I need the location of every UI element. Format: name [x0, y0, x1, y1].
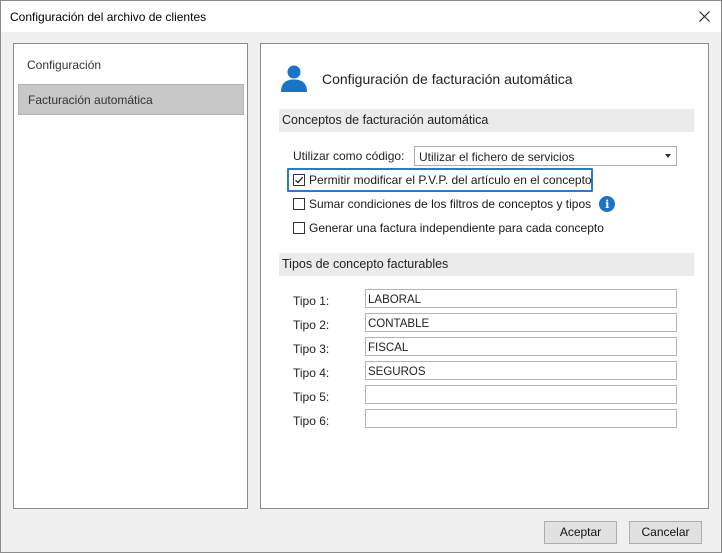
checkbox-box[interactable] [293, 198, 305, 210]
checkbox-box[interactable] [293, 222, 305, 234]
section-header-tipos: Tipos de concepto facturables [279, 253, 694, 276]
section-title: Tipos de concepto facturables [282, 257, 449, 271]
sidebar-item-label: Configuración [27, 58, 102, 72]
cancel-button[interactable]: Cancelar [629, 521, 702, 544]
tipo-1-input[interactable] [365, 289, 677, 308]
code-select-value: Utilizar el fichero de servicios [419, 150, 575, 164]
checkmark-icon [295, 176, 304, 184]
checkbox-sumar-condiciones[interactable]: Sumar condiciones de los filtros de conc… [293, 195, 616, 213]
main-panel: Configuración de facturación automática … [260, 43, 709, 509]
tipo-3-input[interactable] [365, 337, 677, 356]
checkbox-label: Permitir modificar el P.V.P. del artícul… [309, 173, 592, 187]
title-bar: Configuración del archivo de clientes [1, 1, 721, 32]
tipo-2-label: Tipo 2: [293, 318, 330, 332]
sidebar: Configuración Facturación automática [13, 43, 248, 509]
tipo-2-input[interactable] [365, 313, 677, 332]
tipo-5-input[interactable] [365, 385, 677, 404]
checkbox-generar-factura-independiente[interactable]: Generar una factura independiente para c… [293, 219, 604, 237]
section-title: Conceptos de facturación automática [282, 113, 489, 127]
accept-button[interactable]: Aceptar [544, 521, 617, 544]
close-icon [698, 11, 710, 22]
checkbox-label: Sumar condiciones de los filtros de conc… [309, 197, 592, 211]
sidebar-item-facturacion-automatica[interactable]: Facturación automática [18, 84, 244, 115]
tipo-1-label: Tipo 1: [293, 294, 330, 308]
code-select[interactable]: Utilizar el fichero de servicios [414, 146, 677, 166]
checkbox-permitir-modificar-pvp[interactable]: Permitir modificar el P.V.P. del artícul… [293, 171, 592, 189]
tipo-4-label: Tipo 4: [293, 366, 330, 380]
tipo-3-label: Tipo 3: [293, 342, 330, 356]
window-title: Configuración del archivo de clientes [10, 10, 207, 24]
section-header-conceptos: Conceptos de facturación automática [279, 109, 694, 132]
checkbox-label: Generar una factura independiente para c… [309, 221, 604, 235]
chevron-down-icon [665, 154, 671, 158]
close-button[interactable] [687, 1, 721, 32]
tipo-4-input[interactable] [365, 361, 677, 380]
page-title: Configuración de facturación automática [322, 71, 573, 87]
user-icon [281, 65, 307, 92]
code-label: Utilizar como código: [293, 149, 405, 163]
tipo-6-label: Tipo 6: [293, 414, 330, 428]
tipo-6-input[interactable] [365, 409, 677, 428]
sidebar-item-configuracion[interactable]: Configuración [18, 50, 244, 81]
sidebar-item-label: Facturación automática [28, 93, 153, 107]
info-icon[interactable]: i [599, 196, 616, 212]
tipo-5-label: Tipo 5: [293, 390, 330, 404]
dialog-window: Configuración del archivo de clientes Co… [0, 0, 722, 553]
checkbox-box[interactable] [293, 174, 305, 186]
